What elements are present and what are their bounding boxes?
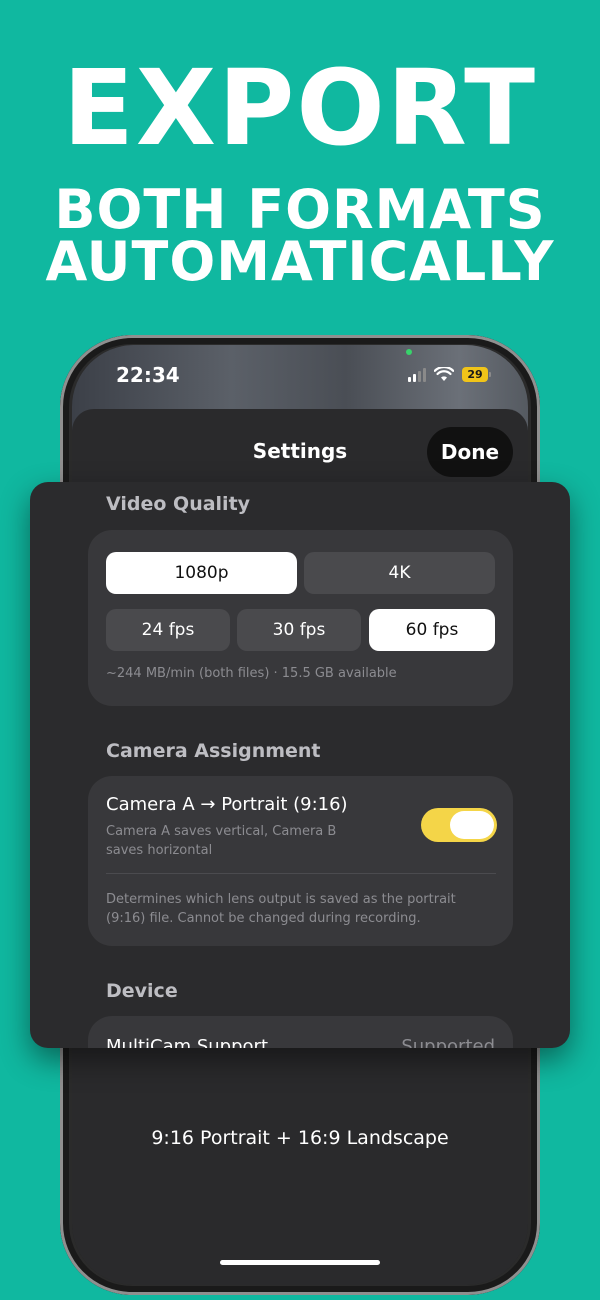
- section-title-video-quality: Video Quality: [106, 493, 251, 515]
- section-title-camera-assignment: Camera Assignment: [106, 740, 321, 762]
- resolution-1080p-button[interactable]: 1080p: [106, 552, 297, 594]
- toggle-knob: [450, 811, 494, 839]
- home-indicator[interactable]: [220, 1260, 380, 1265]
- section-title-device: Device: [106, 980, 178, 1002]
- video-quality-group: 1080p 4K 24 fps 30 fps 60 fps ~244 MB/mi…: [88, 530, 513, 706]
- resolution-4k-button[interactable]: 4K: [304, 552, 495, 594]
- cellular-signal-icon: [408, 367, 426, 382]
- fps-30-button[interactable]: 30 fps: [237, 609, 361, 651]
- fps-60-button[interactable]: 60 fps: [369, 609, 495, 651]
- camera-assignment-subtitle: Camera A saves vertical, Camera B saves …: [106, 824, 337, 858]
- device-group: MultiCam Support Supported: [88, 1016, 513, 1048]
- headline-export: EXPORT: [62, 47, 538, 169]
- camera-assignment-toggle[interactable]: [421, 808, 497, 842]
- multicam-support-value: Supported: [401, 1036, 495, 1048]
- battery-level: 29: [462, 367, 488, 382]
- settings-card: Video Quality 1080p 4K 24 fps 30 fps 60 …: [30, 482, 570, 1048]
- fps-24-button[interactable]: 24 fps: [106, 609, 230, 651]
- done-button[interactable]: Done: [427, 427, 513, 477]
- headline-automatically: AUTOMATICALLY: [45, 230, 555, 293]
- multicam-support-label: MultiCam Support: [106, 1036, 269, 1048]
- recording-indicator-dot: [406, 349, 412, 355]
- camera-assignment-group: Camera A → Portrait (9:16) Camera A save…: [88, 776, 513, 946]
- status-icons: 29: [408, 367, 491, 382]
- format-caption: 9:16 Portrait + 16:9 Landscape: [151, 1127, 449, 1149]
- camera-assignment-label: Camera A → Portrait (9:16): [106, 794, 348, 815]
- battery-icon: 29: [462, 367, 491, 382]
- status-time: 22:34: [116, 363, 180, 387]
- camera-assignment-note: Determines which lens output is saved as…: [106, 892, 456, 926]
- storage-estimate: ~244 MB/min (both files) · 15.5 GB avail…: [106, 666, 397, 681]
- divider: [106, 873, 496, 874]
- wifi-icon: [434, 367, 454, 381]
